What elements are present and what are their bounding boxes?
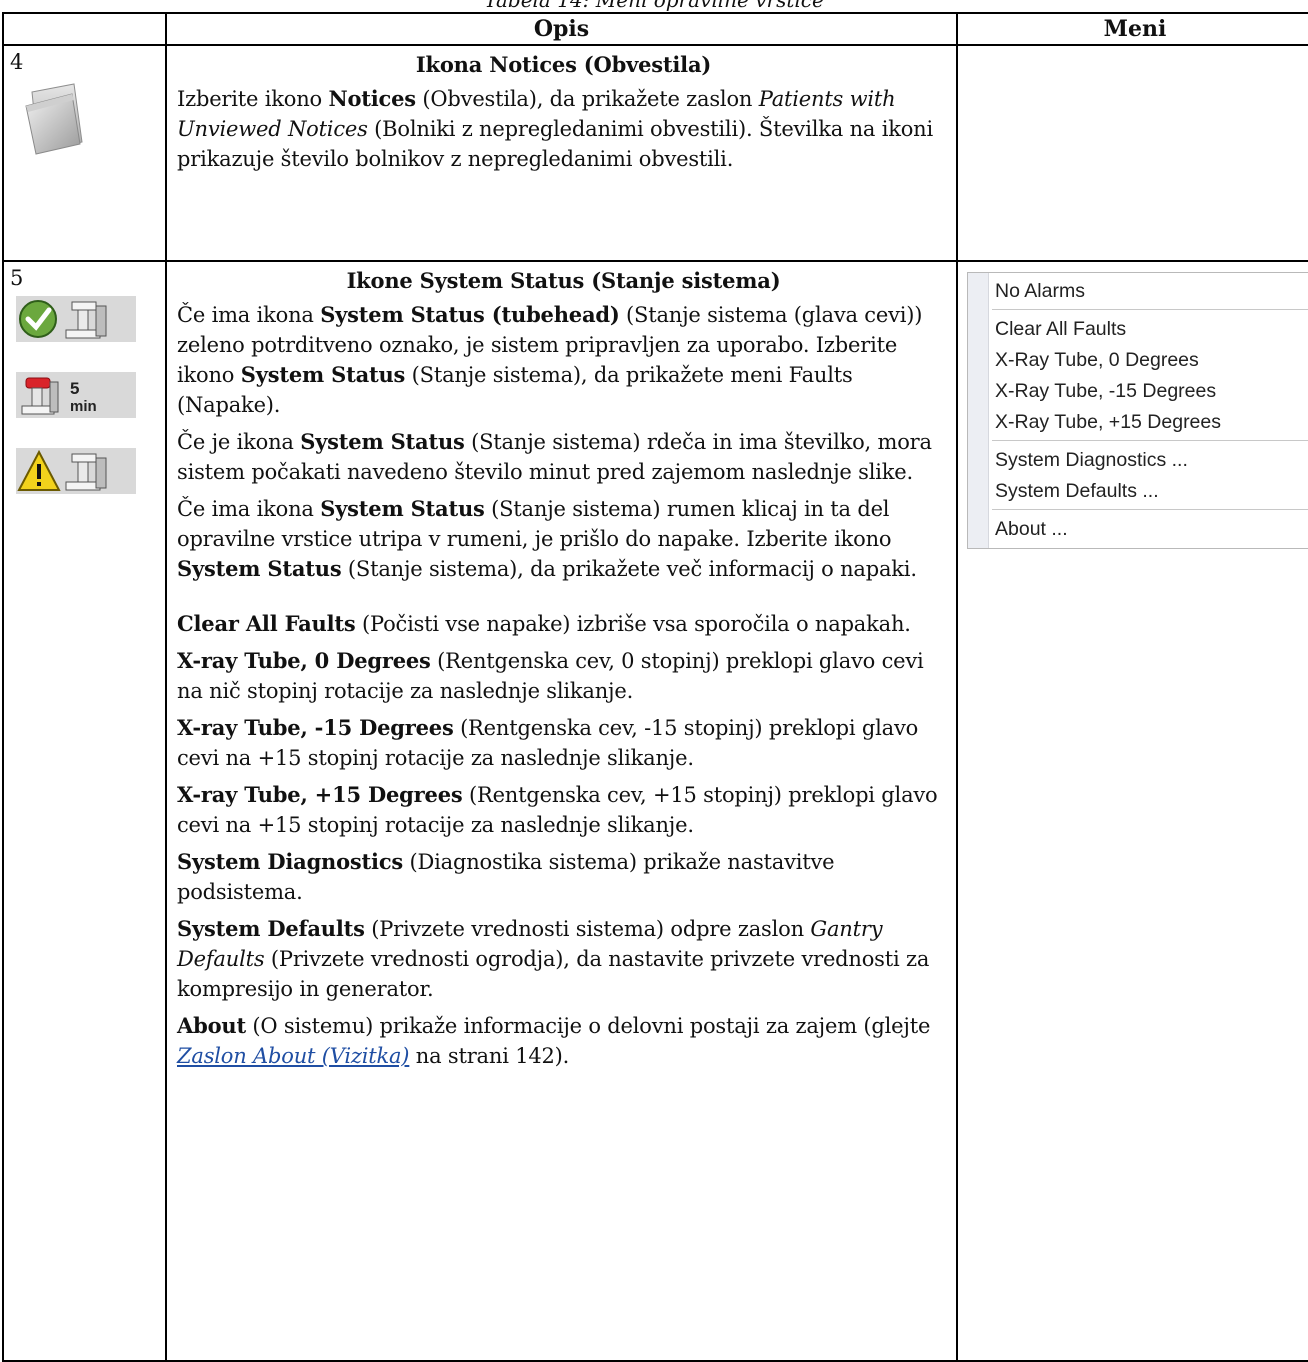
status-warning-description: Če ima ikona System Status (Stanje siste… [177,496,917,581]
header-menu: Meni [956,12,1308,46]
menu-separator [992,440,1308,441]
menu-item-tube-0[interactable]: X-Ray Tube, 0 Degrees [968,344,1308,375]
notices-description: Izberite ikono Notices (Obvestila), da p… [177,86,934,171]
header-description: Opis [165,12,958,46]
diagnostics-description: System Diagnostics (Diagnostika sistema)… [177,849,835,904]
row-number: 4 [10,50,24,74]
about-description: About (O sistemu) prikaže informacije o … [177,1013,931,1068]
menu-separator [992,309,1308,310]
table-header-row: Opis Meni [2,12,1308,46]
svg-text:min: min [70,398,97,415]
status-ok-icon [16,296,136,342]
row-number: 5 [10,266,24,290]
status-wait-icon: 5 min [16,372,136,418]
menu-separator [992,509,1308,510]
status-wait-description: Če je ikona System Status (Stanje sistem… [177,429,932,484]
taskbar-menu-table: Opis Meni 4 Ikona Notices (Obvestila) Iz… [2,12,1308,1362]
row-menu-cell: No Alarms Clear All Faults X-Ray Tube, 0… [956,260,1308,1362]
table-row-notices: 4 Ikona Notices (Obvestila) Izberite iko… [2,44,1308,262]
faults-menu: No Alarms Clear All Faults X-Ray Tube, 0… [967,272,1308,549]
svg-text:5: 5 [70,379,79,398]
row-title: Ikona Notices (Obvestila) [415,52,712,77]
defaults-description: System Defaults (Privzete vrednosti sist… [177,916,930,1001]
menu-item-no-alarms[interactable]: No Alarms [968,275,1308,306]
menu-item-system-defaults[interactable]: System Defaults ... [968,475,1308,506]
row-menu-cell [956,44,1308,262]
row-number-cell: 5 5 min [2,260,167,1362]
status-warning-icon [16,448,136,494]
header-icon-column [2,12,167,46]
clear-faults-description: Clear All Faults (Počisti vse napake) iz… [177,611,911,636]
tube-plus15-description: X-ray Tube, +15 Degrees (Rentgenska cev,… [177,782,938,837]
menu-item-system-diagnostics[interactable]: System Diagnostics ... [968,444,1308,475]
menu-item-tube-plus15[interactable]: X-Ray Tube, +15 Degrees [968,406,1308,437]
menu-item-tube-minus15[interactable]: X-Ray Tube, -15 Degrees [968,375,1308,406]
row-number-cell: 4 [2,44,167,262]
row-description-cell: Ikone System Status (Stanje sistema) Če … [165,260,958,1362]
status-ok-description: Če ima ikona System Status (tubehead) (S… [177,302,923,417]
table-row-system-status: 5 5 min Ikone System Status (Stanje sist… [2,260,1308,1362]
tube-0-description: X-ray Tube, 0 Degrees (Rentgenska cev, 0… [177,648,924,703]
tube-minus15-description: X-ray Tube, -15 Degrees (Rentgenska cev,… [177,715,919,770]
row-title: Ikone System Status (Stanje sistema) [346,268,781,293]
menu-item-clear-all-faults[interactable]: Clear All Faults [968,313,1308,344]
about-screen-link[interactable]: Zaslon About (Vizitka) [177,1044,410,1068]
notices-icon [25,83,83,155]
table-caption: Tabela 14: Meni opravilne vrstice [484,0,824,12]
menu-item-about[interactable]: About ... [968,513,1308,544]
row-description-cell: Ikona Notices (Obvestila) Izberite ikono… [165,44,958,262]
